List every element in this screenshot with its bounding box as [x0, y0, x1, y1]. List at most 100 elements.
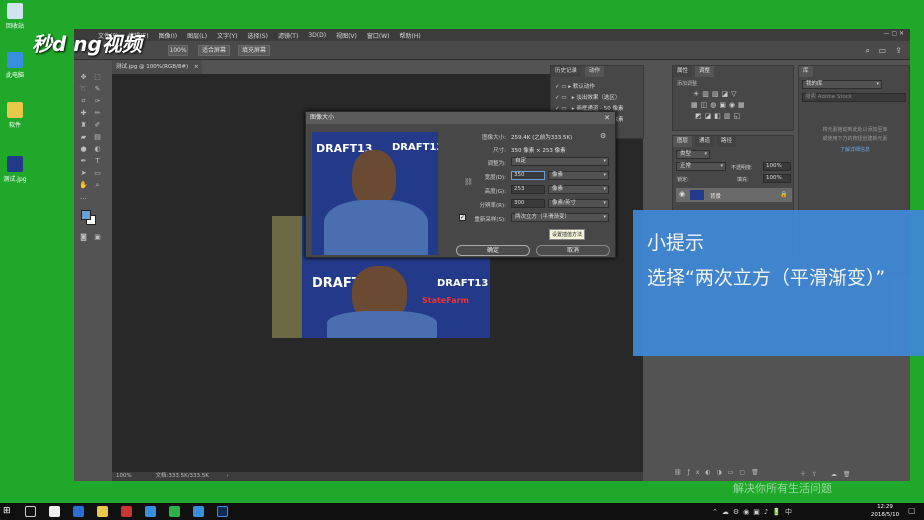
store-icon[interactable] — [145, 506, 156, 517]
status-arrow-icon[interactable]: › — [227, 473, 229, 479]
path-select-tool-icon[interactable]: ➤ — [79, 169, 88, 177]
menu-filter[interactable]: 滤镜(T) — [278, 31, 298, 40]
tab-history[interactable]: 历史记录 — [551, 66, 582, 77]
lasso-tool-icon[interactable]: ➰ — [79, 85, 88, 93]
opacity-field[interactable]: 100% — [763, 162, 791, 171]
desktop-icon-software[interactable]: 软件 — [0, 102, 30, 129]
layer-row-background[interactable]: ◉ 背景 🔒 — [676, 188, 792, 202]
workspace-icon[interactable]: ▭ — [878, 46, 886, 55]
height-input[interactable]: 253 — [511, 185, 545, 194]
caption-text: 解决你所有生活问题 — [733, 482, 832, 495]
brush-tool-icon[interactable]: ✏ — [93, 109, 102, 117]
healing-tool-icon[interactable]: ✚ — [79, 109, 88, 117]
library-actions-bar[interactable]: ＋⇪ ☁🗑 — [800, 469, 900, 479]
menu-help[interactable]: 帮助(H) — [400, 31, 421, 40]
adjustment-icons-row-3[interactable]: ◩◪◧▥◱ — [695, 112, 743, 120]
menu-type[interactable]: 文字(Y) — [217, 31, 237, 40]
window-controls[interactable]: — ▢ ✕ — [883, 30, 904, 37]
width-input[interactable]: 350 — [511, 171, 545, 180]
app-icon[interactable] — [193, 506, 204, 517]
fill-field[interactable]: 100% — [763, 174, 791, 183]
dodge-tool-icon[interactable]: ◐ — [93, 145, 102, 153]
layer-kind-filter[interactable]: 类型 — [676, 150, 710, 159]
wechat-icon[interactable] — [169, 506, 180, 517]
ok-button[interactable]: 确定 — [456, 245, 530, 256]
menu-3d[interactable]: 3D(D) — [308, 32, 326, 39]
library-search-input[interactable]: 搜索 Adobe Stock — [802, 93, 906, 102]
desktop-icon-computer[interactable]: 此电脑 — [0, 52, 30, 79]
cancel-button[interactable]: 取消 — [536, 245, 610, 256]
photoshop-taskbar-icon[interactable] — [217, 506, 228, 517]
screen-mode-icon[interactable]: ▣ — [93, 233, 102, 241]
dialog-close-icon[interactable]: ✕ — [604, 114, 610, 122]
layer-actions-bar[interactable]: ⛓ƒx◐◑▭▢🗑 — [674, 469, 784, 479]
tab-properties[interactable]: 属性 — [673, 66, 693, 77]
edge-browser-icon[interactable] — [73, 506, 84, 517]
desktop-icon-recycle-bin[interactable]: 回收站 — [0, 3, 30, 30]
crop-tool-icon[interactable]: ⌗ — [79, 97, 88, 105]
desktop-icon-test-jpg[interactable]: 测试.jpg — [0, 156, 30, 183]
fill-screen-button[interactable]: 填充屏幕 — [238, 45, 270, 56]
menu-layer[interactable]: 图层(L) — [187, 31, 207, 40]
fit-screen-button[interactable]: 适合屏幕 — [198, 45, 230, 56]
library-learn-more-link[interactable]: 了解详细信息 — [805, 146, 905, 153]
adjustment-icons-row-1[interactable]: ☀▥▨◪▽ — [693, 90, 740, 98]
history-brush-tool-icon[interactable]: ✐ — [93, 121, 102, 129]
settings-gear-icon[interactable]: ⚙ — [600, 132, 606, 140]
resample-select[interactable]: 两次立方（平滑渐变） — [511, 213, 609, 222]
document-tab[interactable]: 测试.jpg @ 100%(RGB/8#) × — [112, 60, 202, 74]
task-view-icon[interactable] — [25, 506, 36, 517]
stamp-tool-icon[interactable]: ♜ — [79, 121, 88, 129]
zoom-100-button[interactable]: 100% — [168, 45, 188, 56]
tab-actions[interactable]: 动作 — [585, 66, 605, 77]
menu-image[interactable]: 图像(I) — [159, 31, 177, 40]
fit-to-select[interactable]: 自定 — [511, 157, 609, 166]
move-tool-icon[interactable]: ✥ — [79, 73, 88, 81]
close-tab-icon[interactable]: × — [194, 64, 199, 70]
zoom-tool-icon[interactable]: ⌕ — [93, 181, 102, 189]
status-zoom[interactable]: 100% — [116, 473, 132, 479]
menu-window[interactable]: 窗口(W) — [367, 31, 390, 40]
blur-tool-icon[interactable]: ● — [79, 145, 88, 153]
tab-adjustments[interactable]: 调整 — [695, 66, 715, 77]
quick-select-tool-icon[interactable]: ✎ — [93, 85, 102, 93]
action-item[interactable]: ✓ ▭ ▸ 淡出效果（选区） — [555, 93, 620, 101]
resolution-unit-select[interactable]: 像素/英寸 — [548, 199, 609, 208]
resolution-input[interactable]: 300 — [511, 199, 545, 208]
menu-select[interactable]: 选择(S) — [247, 31, 268, 40]
width-unit-select[interactable]: 像素 — [548, 171, 609, 180]
quick-mask-icon[interactable]: ◙ — [79, 233, 88, 241]
gradient-tool-icon[interactable]: ▤ — [93, 133, 102, 141]
tab-libraries[interactable]: 库 — [799, 66, 813, 77]
eyedropper-tool-icon[interactable]: ✑ — [93, 97, 102, 105]
dialog-preview-image[interactable]: DRAFT13 DRAFT13 — [312, 132, 438, 255]
type-tool-icon[interactable]: T — [93, 157, 102, 165]
app-icon[interactable] — [49, 506, 60, 517]
system-tray-icons[interactable]: ⌃☁⚙◉▣♪🔋中 — [712, 507, 796, 517]
share-icon[interactable]: ⇪ — [895, 46, 902, 55]
menu-view[interactable]: 视图(V) — [336, 31, 357, 40]
tab-paths[interactable]: 路径 — [717, 136, 737, 147]
pen-tool-icon[interactable]: ✒ — [79, 157, 88, 165]
clock-time[interactable]: 12:29 — [870, 504, 900, 510]
library-dropdown[interactable]: 我的库 — [802, 80, 882, 89]
file-explorer-icon[interactable] — [97, 506, 108, 517]
app-icon[interactable] — [121, 506, 132, 517]
foreground-color-swatch[interactable] — [81, 210, 91, 220]
more-tools-icon[interactable]: … — [79, 193, 88, 201]
tab-channels[interactable]: 通道 — [695, 136, 715, 147]
shape-tool-icon[interactable]: ▭ — [93, 169, 102, 177]
search-icon[interactable]: ⌕ — [866, 46, 870, 56]
adjustment-icons-row-2[interactable]: ▦◫◍▣◉▦ — [691, 101, 748, 109]
action-item[interactable]: ✓ ▭ ▸ 默认动作 — [555, 82, 595, 90]
tab-layers[interactable]: 图层 — [673, 136, 693, 147]
marquee-tool-icon[interactable]: ⬚ — [93, 73, 102, 81]
start-windows-icon[interactable]: ⊞ — [3, 506, 14, 517]
hand-tool-icon[interactable]: ✋ — [79, 181, 88, 189]
blend-mode-select[interactable]: 正常 — [676, 162, 726, 171]
clock-date[interactable]: 2018/5/10 — [866, 512, 904, 518]
eraser-tool-icon[interactable]: ▰ — [79, 133, 88, 141]
height-unit-select[interactable]: 像素 — [548, 185, 609, 194]
visibility-eye-icon[interactable]: ◉ — [679, 190, 685, 198]
notification-icon[interactable]: ▢ — [908, 506, 916, 515]
